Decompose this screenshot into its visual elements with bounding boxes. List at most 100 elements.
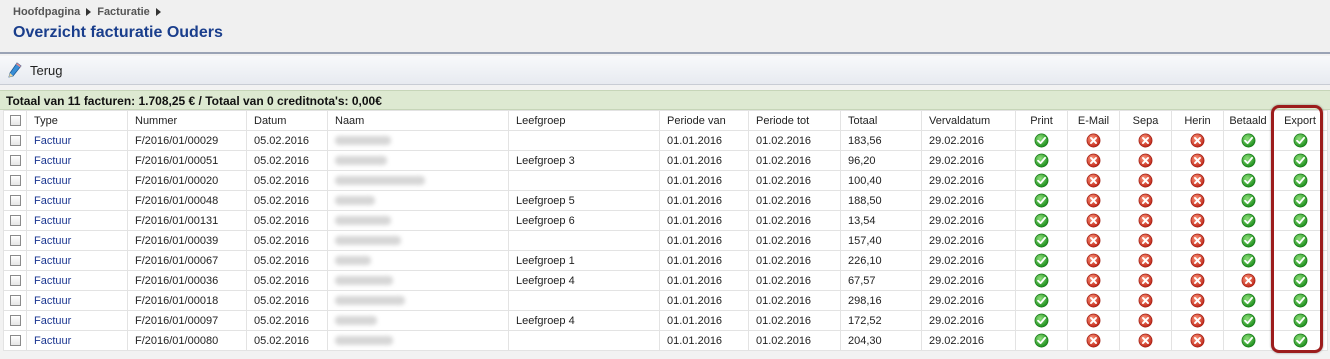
table-row[interactable]: Factuur F/2016/01/00080 05.02.2016 01.01.20… [3, 330, 1328, 351]
col-vervaldatum[interactable]: Vervaldatum [921, 110, 1016, 131]
cell-betaald[interactable] [1223, 250, 1273, 271]
col-export[interactable]: Export [1272, 110, 1328, 131]
cell-export[interactable] [1272, 270, 1328, 291]
breadcrumb-item-facturatie[interactable]: Facturatie [97, 6, 150, 18]
cell-sepa[interactable] [1119, 270, 1172, 291]
cell-herin[interactable] [1171, 210, 1224, 231]
cell-print[interactable] [1015, 150, 1068, 171]
col-print[interactable]: Print [1015, 110, 1068, 131]
cell-betaald[interactable] [1223, 310, 1273, 331]
cell-herin[interactable] [1171, 130, 1224, 151]
cell-herin[interactable] [1171, 170, 1224, 191]
cell-herin[interactable] [1171, 250, 1224, 271]
cell-export[interactable] [1272, 290, 1328, 311]
cell-email[interactable] [1067, 230, 1120, 251]
cell-sepa[interactable] [1119, 250, 1172, 271]
breadcrumb-item-home[interactable]: Hoofdpagina [13, 6, 80, 18]
cell-betaald[interactable] [1223, 190, 1273, 211]
cell-email[interactable] [1067, 190, 1120, 211]
cell-export[interactable] [1272, 170, 1328, 191]
cell-export[interactable] [1272, 330, 1328, 351]
cell-betaald[interactable] [1223, 230, 1273, 251]
cell-betaald[interactable] [1223, 290, 1273, 311]
cell-herin[interactable] [1171, 230, 1224, 251]
cell-betaald[interactable] [1223, 130, 1273, 151]
cell-betaald[interactable] [1223, 170, 1273, 191]
cell-betaald[interactable] [1223, 150, 1273, 171]
type-link[interactable]: Factuur [34, 195, 71, 207]
row-checkbox[interactable] [9, 315, 21, 327]
row-checkbox[interactable] [9, 275, 21, 287]
cell-sepa[interactable] [1119, 150, 1172, 171]
cell-sepa[interactable] [1119, 190, 1172, 211]
type-link[interactable]: Factuur [34, 155, 71, 167]
table-row[interactable]: Factuur F/2016/01/00097 05.02.2016 Leefgroe… [3, 310, 1328, 331]
cell-email[interactable] [1067, 310, 1120, 331]
cell-sepa[interactable] [1119, 170, 1172, 191]
cell-print[interactable] [1015, 230, 1068, 251]
table-row[interactable]: Factuur F/2016/01/00051 05.02.2016 Leefgroe… [3, 150, 1328, 171]
cell-print[interactable] [1015, 270, 1068, 291]
cell-betaald[interactable] [1223, 330, 1273, 351]
cell-herin[interactable] [1171, 310, 1224, 331]
type-link[interactable]: Factuur [34, 215, 71, 227]
cell-email[interactable] [1067, 150, 1120, 171]
cell-herin[interactable] [1171, 150, 1224, 171]
cell-export[interactable] [1272, 250, 1328, 271]
cell-export[interactable] [1272, 210, 1328, 231]
type-link[interactable]: Factuur [34, 315, 71, 327]
cell-herin[interactable] [1171, 330, 1224, 351]
col-naam[interactable]: Naam [327, 110, 509, 131]
type-link[interactable]: Factuur [34, 295, 71, 307]
table-row[interactable]: Factuur F/2016/01/00039 05.02.2016 01.01.20… [3, 230, 1328, 251]
cell-export[interactable] [1272, 310, 1328, 331]
row-checkbox[interactable] [9, 135, 21, 147]
row-checkbox[interactable] [9, 215, 21, 227]
col-nummer[interactable]: Nummer [127, 110, 247, 131]
cell-print[interactable] [1015, 330, 1068, 351]
select-all-checkbox[interactable] [9, 115, 21, 127]
table-row[interactable]: Factuur F/2016/01/00067 05.02.2016 Leefgroe… [3, 250, 1328, 271]
type-link[interactable]: Factuur [34, 175, 71, 187]
row-checkbox[interactable] [9, 155, 21, 167]
cell-sepa[interactable] [1119, 310, 1172, 331]
col-datum[interactable]: Datum [246, 110, 328, 131]
type-link[interactable]: Factuur [34, 255, 71, 267]
col-periode-tot[interactable]: Periode tot [748, 110, 841, 131]
col-herin[interactable]: Herin [1171, 110, 1224, 131]
row-checkbox[interactable] [9, 235, 21, 247]
cell-betaald[interactable] [1223, 270, 1273, 291]
col-type[interactable]: Type [26, 110, 128, 131]
row-checkbox[interactable] [9, 335, 21, 347]
col-email[interactable]: E-Mail [1067, 110, 1120, 131]
cell-export[interactable] [1272, 230, 1328, 251]
col-sepa[interactable]: Sepa [1119, 110, 1172, 131]
cell-email[interactable] [1067, 330, 1120, 351]
cell-email[interactable] [1067, 170, 1120, 191]
table-row[interactable]: Factuur F/2016/01/00036 05.02.2016 Leefgroe… [3, 270, 1328, 291]
row-checkbox[interactable] [9, 295, 21, 307]
cell-print[interactable] [1015, 170, 1068, 191]
cell-print[interactable] [1015, 130, 1068, 151]
col-totaal[interactable]: Totaal [840, 110, 922, 131]
type-link[interactable]: Factuur [34, 335, 71, 347]
back-button[interactable]: Terug [8, 61, 63, 79]
cell-sepa[interactable] [1119, 290, 1172, 311]
cell-herin[interactable] [1171, 270, 1224, 291]
col-leefgroep[interactable]: Leefgroep [508, 110, 660, 131]
row-checkbox[interactable] [9, 175, 21, 187]
type-link[interactable]: Factuur [34, 235, 71, 247]
cell-print[interactable] [1015, 310, 1068, 331]
cell-export[interactable] [1272, 130, 1328, 151]
table-row[interactable]: Factuur F/2016/01/00020 05.02.2016 01.01.20… [3, 170, 1328, 191]
cell-sepa[interactable] [1119, 130, 1172, 151]
type-link[interactable]: Factuur [34, 135, 71, 147]
cell-email[interactable] [1067, 290, 1120, 311]
cell-email[interactable] [1067, 270, 1120, 291]
cell-betaald[interactable] [1223, 210, 1273, 231]
cell-herin[interactable] [1171, 190, 1224, 211]
table-row[interactable]: Factuur F/2016/01/00018 05.02.2016 01.01.20… [3, 290, 1328, 311]
col-betaald[interactable]: Betaald [1223, 110, 1273, 131]
cell-herin[interactable] [1171, 290, 1224, 311]
cell-sepa[interactable] [1119, 230, 1172, 251]
